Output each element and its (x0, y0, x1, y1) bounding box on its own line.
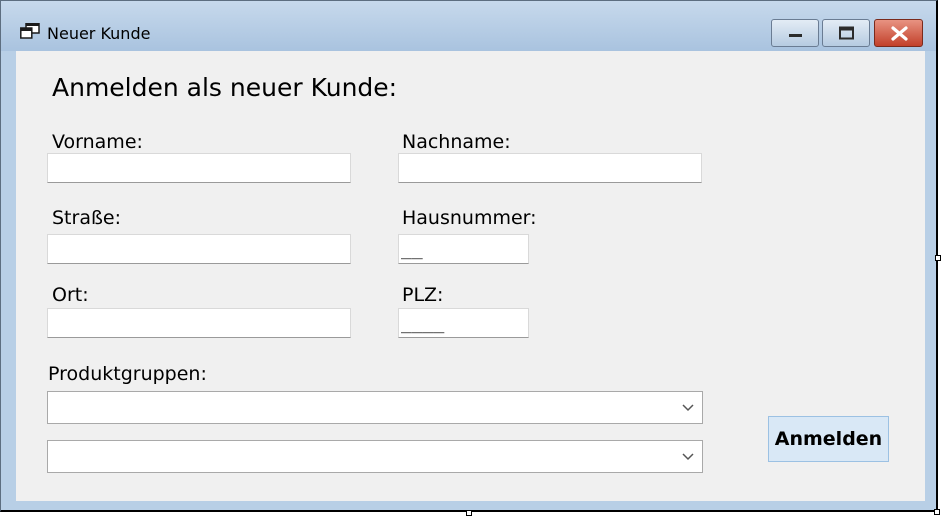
resize-grip-corner[interactable] (934, 509, 940, 515)
app-window: Neuer Kunde Anmelden als neuer Kunde: Vo… (0, 0, 938, 512)
vorname-label: Vorname: (52, 131, 143, 153)
plz-field[interactable]: ____ (398, 308, 529, 338)
hausnummer-label: Hausnummer: (402, 207, 537, 229)
close-button[interactable] (874, 19, 923, 47)
minimize-icon (789, 34, 802, 37)
produktgruppen-label: Produktgruppen: (48, 363, 207, 385)
hausnummer-field[interactable]: __ (398, 234, 529, 264)
plz-label: PLZ: (402, 284, 444, 306)
maximize-button[interactable] (822, 19, 870, 47)
app-windows-icon (20, 22, 40, 39)
ort-label: Ort: (52, 284, 89, 306)
strasse-label: Straße: (52, 207, 122, 229)
window-title: Neuer Kunde (47, 24, 151, 43)
vorname-field[interactable] (47, 153, 351, 183)
close-icon (891, 26, 908, 41)
title-bar[interactable]: Neuer Kunde (1, 1, 936, 51)
minimize-button[interactable] (771, 19, 819, 47)
resize-grip-right[interactable] (935, 255, 941, 261)
form-client-area: Anmelden als neuer Kunde: Vorname: Nachn… (16, 51, 925, 501)
resize-grip-bottom[interactable] (466, 510, 472, 516)
strasse-field[interactable] (47, 234, 351, 264)
nachname-label: Nachname: (402, 131, 511, 153)
ort-field[interactable] (47, 308, 351, 338)
chevron-down-icon (682, 453, 694, 461)
chevron-down-icon (682, 404, 694, 412)
anmelden-button[interactable]: Anmelden (768, 416, 889, 462)
page-title: Anmelden als neuer Kunde: (52, 73, 398, 102)
produktgruppe-dropdown-1[interactable] (47, 391, 703, 424)
produktgruppe-dropdown-2[interactable] (47, 440, 703, 473)
nachname-field[interactable] (398, 153, 702, 183)
maximize-icon (839, 26, 854, 40)
